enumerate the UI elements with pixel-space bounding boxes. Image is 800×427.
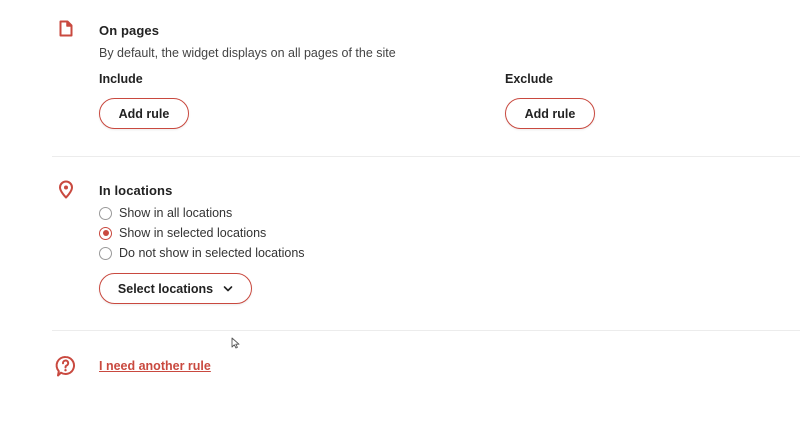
include-add-rule-label: Add rule — [118, 106, 170, 121]
location-pin-icon — [59, 180, 73, 199]
select-locations-label: Select locations — [117, 281, 214, 296]
question-bubble-icon — [55, 355, 75, 377]
radio-label: Do not show in selected locations — [119, 246, 305, 260]
mouse-cursor-icon — [231, 337, 240, 349]
exclude-add-rule-label: Add rule — [524, 106, 576, 121]
radio-not-show-selected-locations[interactable]: Do not show in selected locations — [99, 245, 305, 261]
radio-label: Show in selected locations — [119, 226, 267, 240]
radio-button[interactable] — [99, 206, 112, 220]
section-divider — [52, 330, 800, 331]
in-locations-title: In locations — [99, 183, 173, 198]
on-pages-description: By default, the widget displays on all p… — [99, 46, 396, 60]
include-label: Include — [99, 72, 143, 86]
radio-show-selected-locations[interactable]: Show in selected locations — [99, 225, 266, 241]
exclude-label: Exclude — [505, 72, 553, 86]
radio-show-all-locations[interactable]: Show in all locations — [99, 205, 232, 221]
section-divider — [52, 156, 800, 157]
radio-button-selected[interactable] — [99, 226, 112, 240]
on-pages-title: On pages — [99, 23, 160, 38]
need-another-rule-link[interactable]: I need another rule — [99, 359, 211, 373]
include-add-rule-button[interactable]: Add rule — [99, 98, 189, 129]
exclude-add-rule-button[interactable]: Add rule — [505, 98, 595, 129]
radio-label: Show in all locations — [119, 206, 233, 220]
radio-button[interactable] — [99, 246, 112, 260]
select-locations-button[interactable]: Select locations — [99, 273, 252, 304]
document-icon — [59, 20, 73, 37]
chevron-down-icon — [223, 285, 233, 291]
